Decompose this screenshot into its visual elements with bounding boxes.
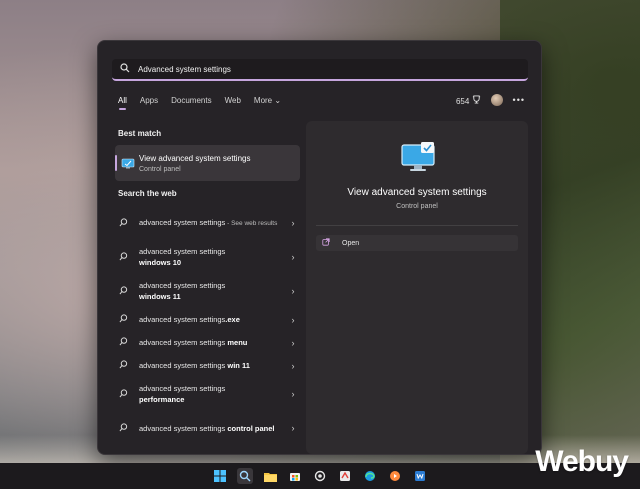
more-options-icon[interactable]: ••• <box>513 95 525 105</box>
search-icon <box>119 314 133 325</box>
store-icon[interactable] <box>287 468 303 484</box>
tab-web[interactable]: Web <box>225 96 241 105</box>
list-item[interactable]: advanced system settings control panel › <box>115 411 300 445</box>
search-icon <box>119 422 133 434</box>
best-match-subtitle: Control panel <box>139 165 181 173</box>
trophy-icon <box>472 94 481 106</box>
preview-subtitle: Control panel <box>396 203 438 210</box>
camera-app-icon[interactable] <box>312 468 328 484</box>
list-item[interactable]: advanced system settings windows 11 › <box>115 274 300 308</box>
open-button[interactable]: Open <box>316 235 518 251</box>
file-explorer-icon[interactable] <box>262 468 278 484</box>
web-item-text: advanced system settings <box>139 361 226 370</box>
web-item-text: advanced system settings <box>139 247 226 256</box>
list-item[interactable]: advanced system settings windows 10 › <box>115 240 300 274</box>
header-right: 654 ••• <box>456 94 525 106</box>
list-item[interactable]: advanced system settings menu › <box>115 331 300 354</box>
web-item-bold: .exe <box>225 315 240 324</box>
tab-documents[interactable]: Documents <box>171 96 211 105</box>
tab-all[interactable]: All <box>118 96 127 110</box>
search-icon <box>119 285 133 297</box>
media-player-icon[interactable] <box>387 468 403 484</box>
chevron-right-icon[interactable]: › <box>286 423 300 433</box>
search-icon <box>119 360 133 371</box>
chevron-right-icon[interactable]: › <box>286 218 300 228</box>
search-icon <box>119 388 133 400</box>
list-item[interactable]: advanced system settings.exe › <box>115 308 300 331</box>
list-item[interactable]: advanced system settings win 11 › <box>115 354 300 377</box>
chevron-down-icon: ⌄ <box>274 96 282 105</box>
avatar[interactable] <box>490 94 503 106</box>
windows-start-icon[interactable] <box>212 468 228 484</box>
web-item-bold: performance <box>139 395 185 404</box>
chevron-right-icon[interactable]: › <box>286 338 300 348</box>
preview-pane: View advanced system settings Control pa… <box>306 121 528 454</box>
search-panel: Advanced system settings All Apps Docume… <box>97 40 542 455</box>
search-input[interactable]: Advanced system settings <box>112 59 528 81</box>
web-item-bold: windows 10 <box>139 258 182 267</box>
web-item-text: advanced system settings <box>139 338 226 347</box>
chevron-right-icon[interactable]: › <box>286 315 300 325</box>
search-input-value: Advanced system settings <box>138 64 231 74</box>
search-icon <box>120 63 132 75</box>
edge-browser-icon[interactable] <box>362 468 378 484</box>
web-item-text: advanced system settings <box>139 384 226 393</box>
web-item-bold: control panel <box>227 423 275 433</box>
search-icon <box>119 337 133 348</box>
web-item-bold: windows 11 <box>139 292 181 301</box>
search-web-heading: Search the web <box>118 189 177 198</box>
web-item-bold: menu <box>227 338 248 347</box>
system-settings-icon <box>121 157 135 169</box>
open-label: Open <box>342 239 360 247</box>
web-item-bold: win 11 <box>227 361 250 370</box>
list-item[interactable]: advanced system settings - See web resul… <box>115 206 300 240</box>
search-icon <box>119 251 133 263</box>
web-item-text: advanced system settings <box>139 218 226 227</box>
word-icon[interactable] <box>412 468 428 484</box>
chevron-right-icon[interactable]: › <box>286 252 300 262</box>
open-external-icon <box>322 238 334 248</box>
preview-title: View advanced system settings <box>347 187 487 198</box>
tab-apps[interactable]: Apps <box>140 96 158 105</box>
chevron-right-icon[interactable]: › <box>286 361 300 371</box>
web-results-list: advanced system settings - See web resul… <box>115 206 300 445</box>
chevron-right-icon[interactable]: › <box>286 389 300 399</box>
search-icon[interactable] <box>237 468 253 484</box>
best-match-item[interactable]: View advanced system settings Control pa… <box>115 145 300 181</box>
tab-more-label: More <box>253 96 273 105</box>
divider <box>316 225 518 226</box>
rewards-points[interactable]: 654 <box>455 94 481 106</box>
tab-more[interactable]: More ⌄ <box>254 96 281 105</box>
chevron-right-icon[interactable]: › <box>286 286 300 296</box>
snipping-tool-icon[interactable] <box>337 468 353 484</box>
system-settings-icon <box>400 141 436 173</box>
search-icon <box>119 217 133 229</box>
filter-tabs: All Apps Documents Web More ⌄ <box>118 96 281 110</box>
list-item[interactable]: advanced system settings performance › <box>115 377 300 411</box>
watermark-logo: Webuy <box>535 445 629 478</box>
best-match-title: View advanced system settings <box>139 153 251 163</box>
web-item-hint: - See web results <box>225 220 278 227</box>
web-item-text: advanced system settings <box>139 315 226 324</box>
web-item-text: advanced system settings <box>139 423 226 433</box>
web-item-text: advanced system settings <box>139 281 226 290</box>
best-match-heading: Best match <box>118 129 162 138</box>
rewards-points-value: 654 <box>455 96 470 106</box>
